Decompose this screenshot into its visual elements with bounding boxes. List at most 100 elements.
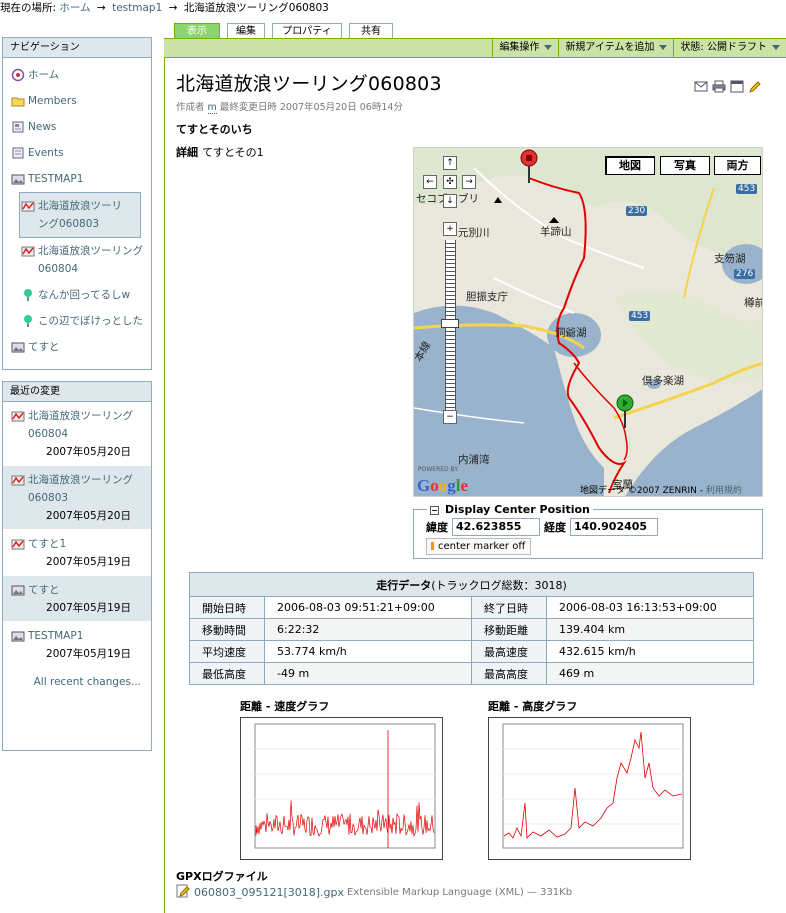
- stat-key: 最低高度: [189, 662, 265, 685]
- nav-item-home[interactable]: ホーム: [3, 62, 151, 88]
- stat-value: 6:22:32: [264, 618, 472, 641]
- recent-entry-link[interactable]: 北海道放浪ツーリング060804: [28, 407, 143, 443]
- navigation-header: ナビゲーション: [3, 38, 151, 58]
- stat-key: 最高高度: [471, 662, 547, 685]
- workflow-state-label: 状態: 公開ドラフト: [680, 42, 767, 53]
- pan-center-icon[interactable]: ✣: [443, 175, 457, 189]
- map-label: 倶多楽湖: [642, 375, 684, 387]
- stat-value: 2006-08-03 16:13:53+09:00: [546, 596, 754, 619]
- add-new-item-menu[interactable]: 新規アイテムを追加: [558, 39, 673, 57]
- zoom-out-icon[interactable]: −: [443, 410, 457, 424]
- recent-entry-link[interactable]: てすと1: [28, 535, 66, 553]
- stats-title-cell: 走行データ(トラックログ総数：3018): [189, 572, 754, 597]
- start-marker-icon[interactable]: [518, 148, 540, 184]
- document-actions: [694, 80, 762, 93]
- send-to-icon[interactable]: [694, 80, 708, 93]
- stat-value: -49 m: [264, 662, 472, 685]
- nav-item-members[interactable]: Members: [3, 88, 151, 114]
- recent-entry-date: 2007年05月20日: [46, 446, 131, 458]
- map-icon: [11, 629, 25, 643]
- breadcrumb: 現在の場所: ホーム → testmap1 → 北海道放浪ツーリング060803: [0, 0, 329, 14]
- print-icon[interactable]: [712, 80, 726, 93]
- collapse-icon[interactable]: −: [430, 505, 439, 515]
- map-icon: [11, 340, 25, 354]
- map-label: 内浦湾: [458, 454, 490, 466]
- speed-graph-image: [241, 718, 442, 859]
- tab-sharing[interactable]: 共有: [349, 23, 393, 39]
- nav-item-track-060804[interactable]: 北海道放浪ツーリング060804: [3, 238, 151, 282]
- recent-entry-link[interactable]: TESTMAP1: [28, 627, 83, 645]
- all-recent-changes-link[interactable]: All recent changes...: [3, 668, 151, 694]
- longitude-field[interactable]: 140.902405: [570, 518, 658, 536]
- latitude-label: 緯度: [426, 521, 448, 534]
- stat-key: 開始日時: [189, 596, 265, 619]
- zoom-slider-handle[interactable]: [441, 319, 459, 328]
- breadcrumb-separator: →: [96, 2, 106, 14]
- google-map[interactable]: セコブナブリ 羊蹄山 胆振支庁 洞爺湖 倶多楽湖 内浦湾 支笏湖 樽前 元別川 …: [413, 147, 763, 497]
- nav-item-pin-2[interactable]: この辺でぼけっとした: [3, 308, 151, 334]
- gpx-file-link[interactable]: 060803_095121[3018].gpx: [194, 886, 344, 899]
- nav-item-news[interactable]: News: [3, 114, 151, 140]
- stat-value: 469 m: [546, 662, 754, 685]
- map-terms-link[interactable]: 利用規約: [706, 486, 742, 496]
- stat-key: 平均速度: [189, 640, 265, 663]
- author-link[interactable]: m: [207, 102, 217, 114]
- gpx-file-meta: Extensible Markup Language (XML) — 331Kb: [347, 887, 573, 898]
- latitude-field[interactable]: 42.623855: [452, 518, 540, 536]
- tab-view[interactable]: 表示: [174, 23, 220, 39]
- center-marker-toggle-button[interactable]: center marker off: [426, 538, 532, 555]
- recent-changes-header: 最近の変更: [3, 382, 151, 402]
- route-shield: 453: [736, 184, 758, 194]
- tab-edit[interactable]: 編集: [227, 23, 265, 39]
- recent-entry-link[interactable]: 北海道放浪ツーリング060803: [28, 471, 143, 507]
- full-screen-icon[interactable]: [730, 80, 744, 93]
- recent-entry-link[interactable]: てすと: [28, 581, 60, 599]
- track-icon: [11, 473, 25, 487]
- stat-key: 終了日時: [471, 596, 547, 619]
- stat-key: 移動距離: [471, 618, 547, 641]
- stats-count: (トラックログ総数：3018): [431, 578, 567, 592]
- table-row: 平均速度 53.774 km/h 最高速度 432.615 km/h: [189, 640, 754, 663]
- stats-title: 走行データ: [376, 578, 432, 592]
- edit-actions-menu[interactable]: 編集操作: [492, 39, 558, 57]
- coordinate-row: 緯度 42.623855 経度 140.902405: [426, 518, 662, 536]
- pan-right-icon[interactable]: →: [462, 175, 476, 189]
- nav-item-track-060803[interactable]: 北海道放浪ツーリング060803: [19, 192, 141, 238]
- breadcrumb-prefix: 現在の場所:: [0, 2, 57, 14]
- nav-item-pin-1[interactable]: なんか回ってるしw: [3, 282, 151, 308]
- edit-actions-label: 編集操作: [499, 42, 540, 53]
- map-type-map-button[interactable]: 地図: [605, 156, 655, 175]
- map-type-hybrid-button[interactable]: 両方: [714, 156, 761, 175]
- marker-toggle-icon: [431, 542, 434, 550]
- nav-item-testmap1[interactable]: TESTMAP1: [3, 166, 151, 192]
- zoom-in-icon[interactable]: +: [443, 222, 457, 236]
- workflow-state-menu[interactable]: 状態: 公開ドラフト: [673, 39, 786, 57]
- byline-modified: 最終変更日時 2007年05月20日 06時14分: [219, 102, 403, 113]
- breadcrumb-testmap1-link[interactable]: testmap1: [112, 2, 162, 14]
- end-marker-icon[interactable]: [614, 393, 636, 429]
- edit-pencil-icon[interactable]: [748, 80, 762, 93]
- file-pencil-icon: [176, 884, 190, 901]
- speed-graph: [240, 717, 443, 860]
- center-position-title: Display Center Position: [445, 503, 590, 516]
- nav-item-label: 北海道放浪ツーリング060804: [38, 245, 143, 275]
- nav-item-label: Events: [28, 147, 64, 159]
- recent-entry-date: 2007年05月19日: [46, 648, 131, 660]
- recent-entry: TESTMAP1 2007年05月19日: [3, 622, 151, 668]
- longitude-label: 経度: [544, 521, 566, 534]
- tab-properties[interactable]: プロパティ: [272, 23, 342, 39]
- nav-item-label: TESTMAP1: [28, 173, 84, 185]
- map-type-satellite-button[interactable]: 写真: [660, 156, 710, 175]
- nav-item-events[interactable]: Events: [3, 140, 151, 166]
- byline-prefix: 作成者: [176, 102, 205, 113]
- breadcrumb-home-link[interactable]: ホーム: [59, 2, 90, 14]
- pan-down-icon[interactable]: ↓: [443, 194, 457, 208]
- route-shield: 276: [734, 269, 756, 279]
- nav-item-test[interactable]: てすと: [3, 334, 151, 360]
- pan-up-icon[interactable]: ↑: [443, 156, 457, 170]
- recent-changes-portlet: 最近の変更 北海道放浪ツーリング060804 2007年05月20日 北海道放浪…: [2, 381, 152, 751]
- center-position-legend[interactable]: − Display Center Position: [427, 503, 593, 516]
- pan-left-icon[interactable]: ←: [423, 175, 437, 189]
- chevron-down-icon: [772, 44, 780, 50]
- map-label: 樽前: [744, 297, 763, 309]
